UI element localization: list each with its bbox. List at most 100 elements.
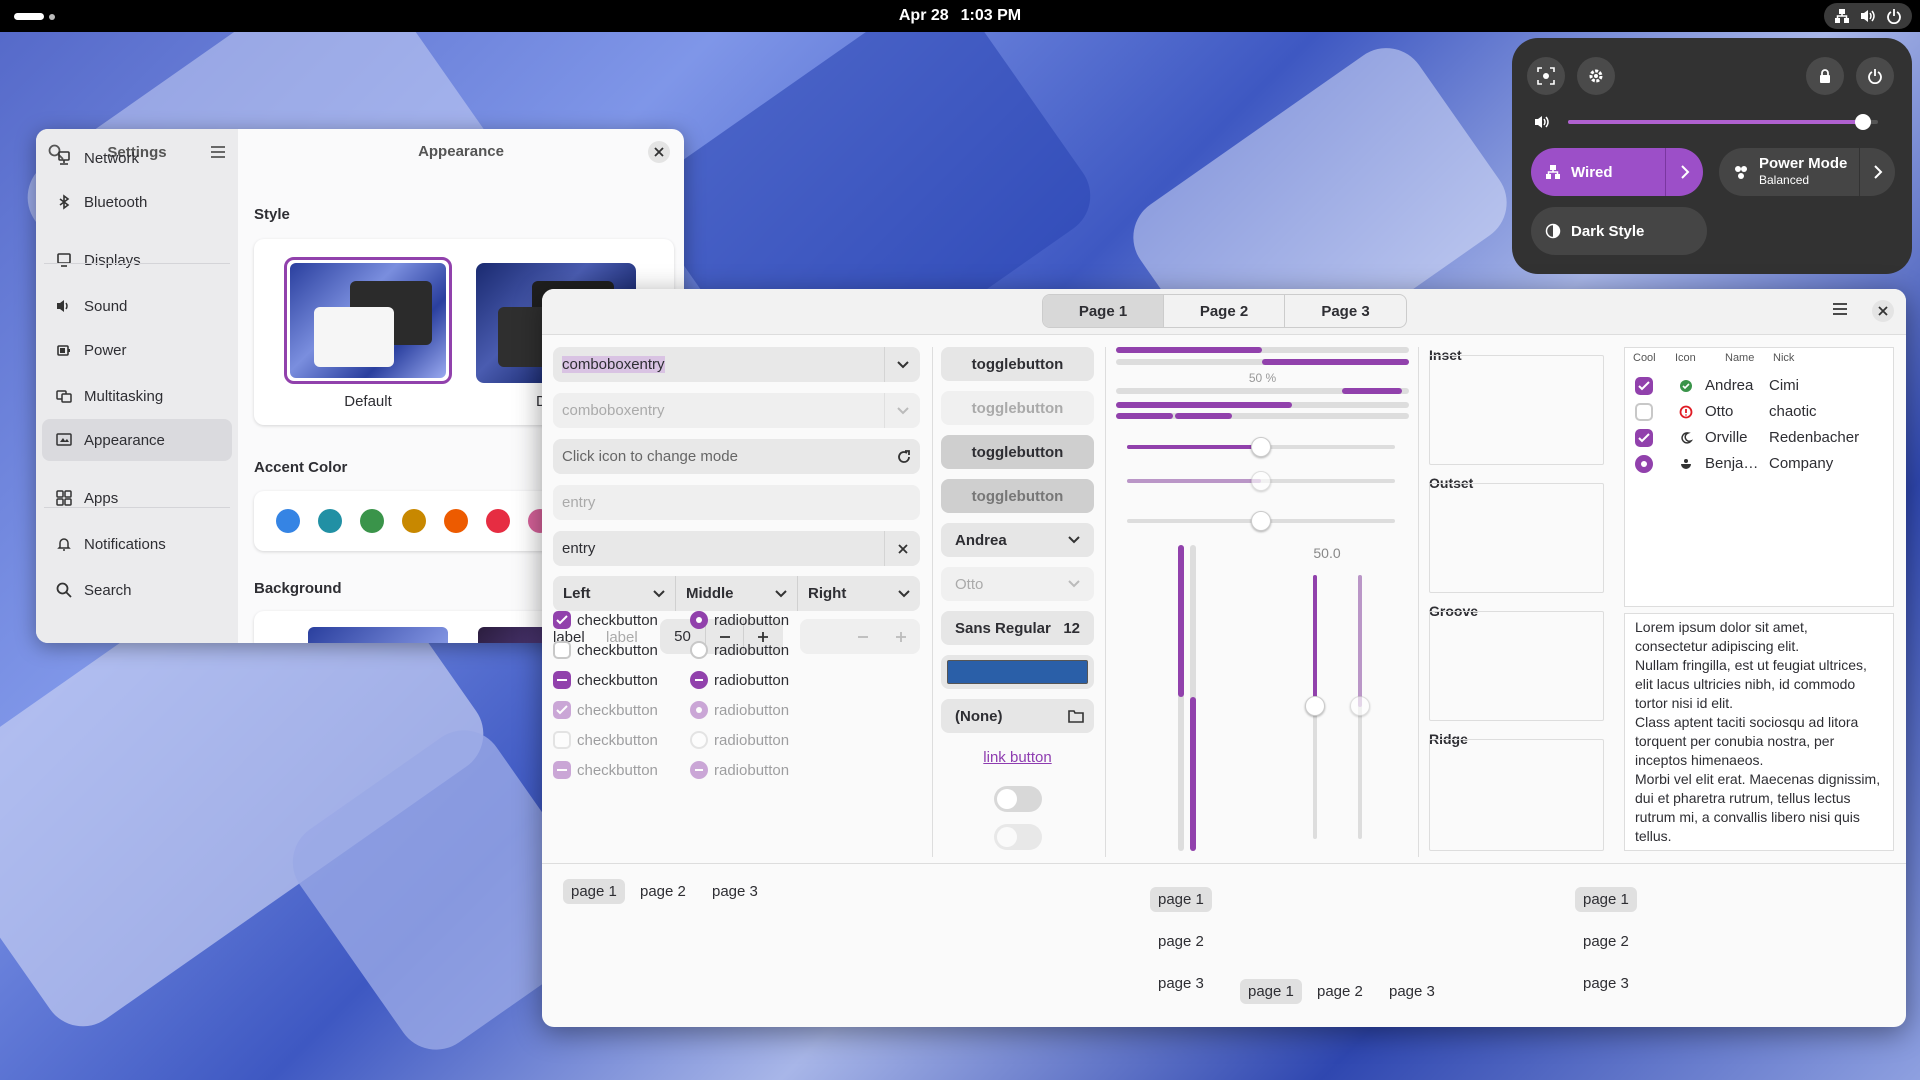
sidebar-item-multitasking[interactable]: Multitasking bbox=[42, 375, 232, 417]
tab-page-1[interactable]: Page 1 bbox=[1043, 295, 1164, 327]
volume-slider[interactable] bbox=[1528, 110, 1898, 134]
page-tab[interactable]: page 1 bbox=[1150, 887, 1212, 912]
tree-cool-toggle[interactable] bbox=[1635, 377, 1653, 395]
combo-left[interactable]: Left bbox=[553, 576, 676, 611]
tree-column-header[interactable]: Cool bbox=[1633, 352, 1656, 364]
progress-bar-inverted bbox=[1262, 359, 1409, 365]
radio-indicator bbox=[690, 611, 708, 629]
page-tab[interactable]: page 1 bbox=[563, 879, 625, 904]
tree-cool-toggle[interactable] bbox=[1635, 403, 1653, 421]
page-tab[interactable]: page 3 bbox=[1150, 971, 1212, 996]
system-menu-button[interactable] bbox=[1824, 3, 1912, 29]
power-mode-menu-button[interactable] bbox=[1859, 148, 1895, 196]
close-button[interactable] bbox=[1872, 300, 1894, 322]
clock[interactable]: Apr 28 1:03 PM bbox=[0, 7, 1920, 25]
power-mode-value: Balanced bbox=[1759, 173, 1810, 187]
folder-open-icon bbox=[1068, 710, 1084, 723]
checkbutton[interactable]: checkbutton bbox=[553, 641, 658, 659]
dark-style-toggle[interactable]: Dark Style bbox=[1531, 207, 1707, 255]
tree-row[interactable]: Benja… Company bbox=[1625, 452, 1893, 476]
background-thumbnail[interactable] bbox=[308, 627, 448, 643]
entry-clear-button[interactable] bbox=[884, 531, 920, 566]
tree-row[interactable]: Orville Redenbacher bbox=[1625, 426, 1893, 450]
sidebar-item-apps[interactable]: Apps bbox=[42, 477, 232, 519]
file-chooser-button[interactable]: (None) bbox=[941, 699, 1094, 733]
radio-indicator bbox=[690, 701, 708, 719]
style-default-option[interactable] bbox=[284, 257, 452, 384]
accent-color-swatch[interactable] bbox=[444, 509, 468, 533]
accent-color-swatch[interactable] bbox=[486, 509, 510, 533]
accent-color-swatch[interactable] bbox=[276, 509, 300, 533]
sidebar-item-notifications[interactable]: Notifications bbox=[42, 523, 232, 565]
primary-menu-button[interactable] bbox=[1832, 302, 1848, 316]
combobox-entry[interactable]: comboboxentry bbox=[553, 347, 920, 382]
tree-row[interactable]: Otto chaotic bbox=[1625, 400, 1893, 424]
checkbutton[interactable]: checkbutton bbox=[553, 671, 658, 689]
combo-right[interactable]: Right bbox=[798, 576, 920, 611]
color-button[interactable] bbox=[941, 655, 1094, 689]
dark-style-label: Dark Style bbox=[1571, 222, 1645, 240]
toggle-button[interactable]: togglebutton bbox=[941, 347, 1094, 381]
scale-knob[interactable] bbox=[1251, 437, 1271, 457]
power-off-button[interactable] bbox=[1856, 57, 1894, 95]
sidebar-item-appearance[interactable]: Appearance bbox=[42, 419, 232, 461]
entry[interactable]: entry bbox=[553, 531, 920, 566]
scale-marked-knob[interactable] bbox=[1251, 511, 1271, 531]
checkbutton-label: checkbutton bbox=[577, 611, 658, 629]
refresh-icon[interactable] bbox=[896, 449, 912, 465]
scale-knob bbox=[1251, 471, 1271, 491]
mode-entry[interactable]: Click icon to change mode bbox=[553, 439, 920, 474]
page-tab[interactable]: page 2 bbox=[1150, 929, 1212, 954]
text-view[interactable]: Lorem ipsum dolor sit amet, consectetur … bbox=[1624, 613, 1894, 851]
sidebar-item-network[interactable]: Network bbox=[42, 137, 232, 179]
tree-column-header[interactable]: Icon bbox=[1675, 352, 1696, 364]
accent-color-swatch[interactable] bbox=[360, 509, 384, 533]
page-tab[interactable]: page 3 bbox=[1381, 979, 1443, 1004]
screenshot-button[interactable] bbox=[1527, 57, 1565, 95]
lock-button[interactable] bbox=[1806, 57, 1844, 95]
tree-row[interactable]: Andrea Cimi bbox=[1625, 374, 1893, 398]
page-tab[interactable]: page 2 bbox=[1575, 929, 1637, 954]
tree-cool-toggle[interactable] bbox=[1635, 455, 1653, 473]
scale-vertical[interactable] bbox=[1313, 575, 1317, 707]
close-button[interactable] bbox=[648, 141, 670, 163]
switch-off[interactable] bbox=[994, 786, 1042, 812]
font-button[interactable]: Sans Regular 12 bbox=[941, 611, 1094, 645]
link-button[interactable]: link button bbox=[941, 749, 1094, 766]
sidebar-item-bluetooth[interactable]: Bluetooth bbox=[42, 181, 232, 223]
tab-page-2[interactable]: Page 2 bbox=[1164, 295, 1285, 327]
page-tab[interactable]: page 1 bbox=[1575, 887, 1637, 912]
settings-button[interactable] bbox=[1577, 57, 1615, 95]
tab-page-3[interactable]: Page 3 bbox=[1285, 295, 1406, 327]
tree-cool-toggle[interactable] bbox=[1635, 429, 1653, 447]
combobox-dropdown-button[interactable] bbox=[884, 347, 920, 382]
tree-column-header[interactable]: Nick bbox=[1773, 352, 1794, 364]
sidebar-item-sound[interactable]: Sound bbox=[42, 285, 232, 327]
checkbutton[interactable]: checkbutton bbox=[553, 611, 658, 629]
sidebar-item-search[interactable]: Search bbox=[42, 569, 232, 611]
radiobutton[interactable]: radiobutton bbox=[690, 611, 789, 629]
chevron-down-icon bbox=[775, 589, 787, 597]
wired-toggle[interactable]: Wired bbox=[1531, 148, 1703, 196]
power-mode-toggle[interactable]: Power Mode Balanced bbox=[1719, 148, 1895, 196]
dark-style-icon bbox=[1545, 223, 1561, 239]
radiobutton[interactable]: radiobutton bbox=[690, 641, 789, 659]
toggle-button-active[interactable]: togglebutton bbox=[941, 435, 1094, 469]
combo-andrea[interactable]: Andrea bbox=[941, 523, 1094, 557]
radiobutton[interactable]: radiobutton bbox=[690, 671, 789, 689]
wired-menu-button[interactable] bbox=[1665, 148, 1703, 196]
accent-color-swatch[interactable] bbox=[318, 509, 342, 533]
scale-horizontal[interactable] bbox=[1127, 445, 1261, 449]
page-tab[interactable]: page 2 bbox=[632, 879, 694, 904]
combobox-entry-text: comboboxentry bbox=[562, 402, 665, 419]
tree-column-header[interactable]: Name bbox=[1725, 352, 1754, 364]
page-tab[interactable]: page 3 bbox=[704, 879, 766, 904]
page-tab[interactable]: page 2 bbox=[1309, 979, 1371, 1004]
sidebar-item-displays[interactable]: Displays bbox=[42, 239, 232, 281]
page-tab[interactable]: page 3 bbox=[1575, 971, 1637, 996]
page-tab[interactable]: page 1 bbox=[1240, 979, 1302, 1004]
scale-vertical-knob[interactable] bbox=[1305, 696, 1325, 716]
sidebar-item-power[interactable]: Power bbox=[42, 329, 232, 371]
combo-middle[interactable]: Middle bbox=[676, 576, 798, 611]
accent-color-swatch[interactable] bbox=[402, 509, 426, 533]
